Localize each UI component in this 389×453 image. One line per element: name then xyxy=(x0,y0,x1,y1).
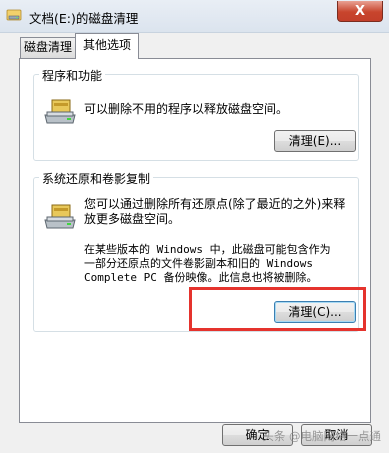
disk-cleanup-window: 文档(E:)的磁盘清理 X 磁盘清理 其他选项 程序和功能 可以删除不用的程序以… xyxy=(0,0,389,453)
restore-note-line2: 一部分还原点的文件卷影副本和旧的 Windows xyxy=(84,257,313,270)
highlight-box xyxy=(189,287,366,331)
tab-disk-cleanup[interactable]: 磁盘清理 xyxy=(20,37,76,58)
restore-note-line3: Complete PC 备份映像。此信息也将被删除。 xyxy=(84,271,318,284)
restore-note-line1: 在某些版本的 Windows 中，此磁盘可能包含作为 xyxy=(84,243,331,256)
close-button[interactable]: X xyxy=(337,1,383,22)
programs-description: 可以删除不用的程序以释放磁盘空间。 xyxy=(84,102,289,116)
drive-icon xyxy=(44,99,76,124)
title-bar[interactable]: 文档(E:)的磁盘清理 X xyxy=(0,0,389,33)
cleanup-programs-button[interactable]: 清理(E)... xyxy=(274,130,356,152)
restore-description-line2: 放更多磁盘空间。 xyxy=(84,212,181,226)
drive-icon xyxy=(44,204,76,229)
group-legend: 程序和功能 xyxy=(39,67,106,84)
close-icon: X xyxy=(354,3,366,19)
window-title: 文档(E:)的磁盘清理 xyxy=(29,11,139,26)
group-legend: 系统还原和卷影复制 xyxy=(39,170,154,187)
tab-more-options[interactable]: 其他选项 xyxy=(75,33,139,59)
programs-features-group: 程序和功能 可以删除不用的程序以释放磁盘空间。 清理(E)... xyxy=(33,67,359,161)
tab-panel: 程序和功能 可以删除不用的程序以释放磁盘空间。 清理(E)... 系统还原和卷影… xyxy=(19,58,371,423)
restore-description-line1: 您可以通过删除所有还原点(除了最近的之外)来释 xyxy=(84,197,346,211)
watermark: 头条 @电脑网络一点通 xyxy=(262,429,381,443)
folder-drive-icon xyxy=(6,9,22,21)
